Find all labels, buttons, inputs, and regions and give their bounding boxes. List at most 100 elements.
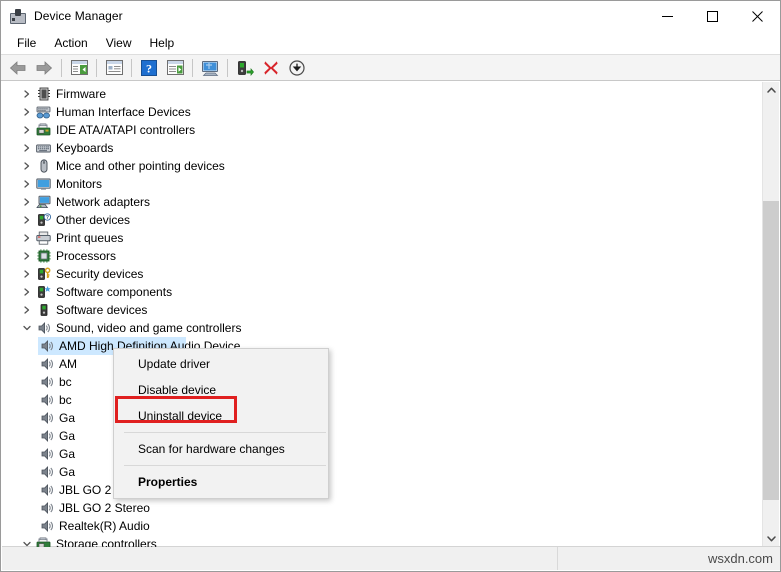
sound-device-icon [38,499,55,517]
firmware-icon [35,85,52,103]
chevron-right-icon[interactable] [19,211,35,229]
tree-node-other-devices[interactable]: ? Other devices [2,211,758,229]
sound-device-icon [38,409,55,427]
network-adapter-icon [35,193,52,211]
tree-node-sound-video-and-game-controllers[interactable]: Sound, video and game controllers [2,319,758,337]
toolbar: ? [1,54,780,81]
context-menu-item-properties[interactable]: Properties [114,469,328,495]
tree-node-label: Network adapters [56,195,151,209]
tree-node-monitors[interactable]: Monitors [2,175,758,193]
sound-device-icon [38,337,55,355]
scrollbar-thumb[interactable] [763,201,779,500]
device-manager-icon [10,8,26,25]
show-hide-action-pane-icon[interactable] [162,56,188,80]
device-manager-window: Device Manager File Action View Help ? F… [0,0,781,572]
tree-node-label: Ga [59,429,76,443]
chevron-down-icon[interactable] [19,535,35,547]
tree-node-realtek-r-audio[interactable]: Realtek(R) Audio [2,517,758,535]
storage-controller-icon [35,535,52,547]
close-button[interactable] [735,1,780,32]
help-icon[interactable]: ? [136,56,162,80]
tree-node-jbl-go-2-stereo[interactable]: JBL GO 2 Stereo [2,499,758,517]
chevron-right-icon[interactable] [19,193,35,211]
tree-node-label: Storage controllers [56,537,157,547]
chevron-right-icon[interactable] [19,265,35,283]
keyboard-icon [35,139,52,157]
menu-file[interactable]: File [8,34,45,53]
chevron-right-icon[interactable] [19,229,35,247]
tree-node-print-queues[interactable]: Print queues [2,229,758,247]
scroll-up-arrow-icon[interactable] [763,82,779,99]
tree-node-human-interface-devices[interactable]: Human Interface Devices [2,103,758,121]
tree-node-label: Realtek(R) Audio [59,519,150,533]
context-menu-separator [124,465,326,466]
printer-icon [35,229,52,247]
tree-node-network-adapters[interactable]: Network adapters [2,193,758,211]
tree-node-security-devices[interactable]: Security devices [2,265,758,283]
tree-node-label: Monitors [56,177,103,191]
chevron-down-icon[interactable] [19,319,35,337]
toolbar-separator [192,58,193,77]
tree-node-label: Print queues [56,231,124,245]
uninstall-device-icon[interactable] [258,56,284,80]
minimize-button[interactable] [645,1,690,32]
back-icon[interactable] [5,56,31,80]
tree-node-software-components[interactable]: Software components [2,283,758,301]
toolbar-separator [61,58,62,77]
tree-node-label: Ga [59,411,76,425]
properties-icon[interactable] [101,56,127,80]
sound-device-icon [38,355,55,373]
update-driver-icon[interactable] [232,56,258,80]
chevron-right-icon[interactable] [19,283,35,301]
scroll-down-arrow-icon[interactable] [763,530,779,547]
chevron-right-icon[interactable] [19,139,35,157]
menu-help[interactable]: Help [141,34,184,53]
menu-view[interactable]: View [97,34,141,53]
hid-icon [35,103,52,121]
mouse-icon [35,157,52,175]
context-menu-item-scan-for-hardware-changes[interactable]: Scan for hardware changes [114,436,328,462]
svg-text:?: ? [45,215,48,221]
monitor-icon [35,175,52,193]
toolbar-separator [96,58,97,77]
tree-node-label: bc [59,393,72,407]
tree-node-ide-ata-atapi-controllers[interactable]: IDE ATA/ATAPI controllers [2,121,758,139]
tree-node-label: Sound, video and game controllers [56,321,242,335]
ide-controller-icon [35,121,52,139]
chevron-right-icon[interactable] [19,247,35,265]
menu-bar: File Action View Help [1,32,780,54]
tree-node-label: Processors [56,249,117,263]
tree-node-label: Firmware [56,87,106,101]
tree-node-software-devices[interactable]: Software devices [2,301,758,319]
context-menu-separator [124,432,326,433]
status-bar-message [2,547,558,570]
chevron-right-icon[interactable] [19,175,35,193]
sound-controller-icon [35,319,52,337]
chevron-right-icon[interactable] [19,121,35,139]
security-device-icon [35,265,52,283]
tree-node-keyboards[interactable]: Keyboards [2,139,758,157]
show-hide-console-tree-icon[interactable] [66,56,92,80]
chevron-right-icon[interactable] [19,301,35,319]
maximize-button[interactable] [690,1,735,32]
chevron-right-icon[interactable] [19,157,35,175]
tree-node-firmware[interactable]: Firmware [2,85,758,103]
menu-action[interactable]: Action [45,34,96,53]
chevron-right-icon[interactable] [19,103,35,121]
chevron-right-icon[interactable] [19,85,35,103]
tree-node-label: Human Interface Devices [56,105,191,119]
context-menu-item-disable-device[interactable]: Disable device [114,377,328,403]
tree-node-mice-and-other-pointing-devices[interactable]: Mice and other pointing devices [2,157,758,175]
tree-node-label: Security devices [56,267,144,281]
forward-icon[interactable] [31,56,57,80]
vertical-scrollbar[interactable] [762,82,779,547]
sound-device-icon [38,445,55,463]
context-menu-item-update-driver[interactable]: Update driver [114,351,328,377]
context-menu-item-uninstall-device[interactable]: Uninstall device [114,403,328,429]
tree-node-processors[interactable]: Processors [2,247,758,265]
disable-device-icon[interactable] [284,56,310,80]
tree-node-label: bc [59,375,72,389]
sound-device-icon [38,517,55,535]
scan-for-hardware-changes-icon[interactable] [197,56,223,80]
tree-node-label: Software components [56,285,173,299]
